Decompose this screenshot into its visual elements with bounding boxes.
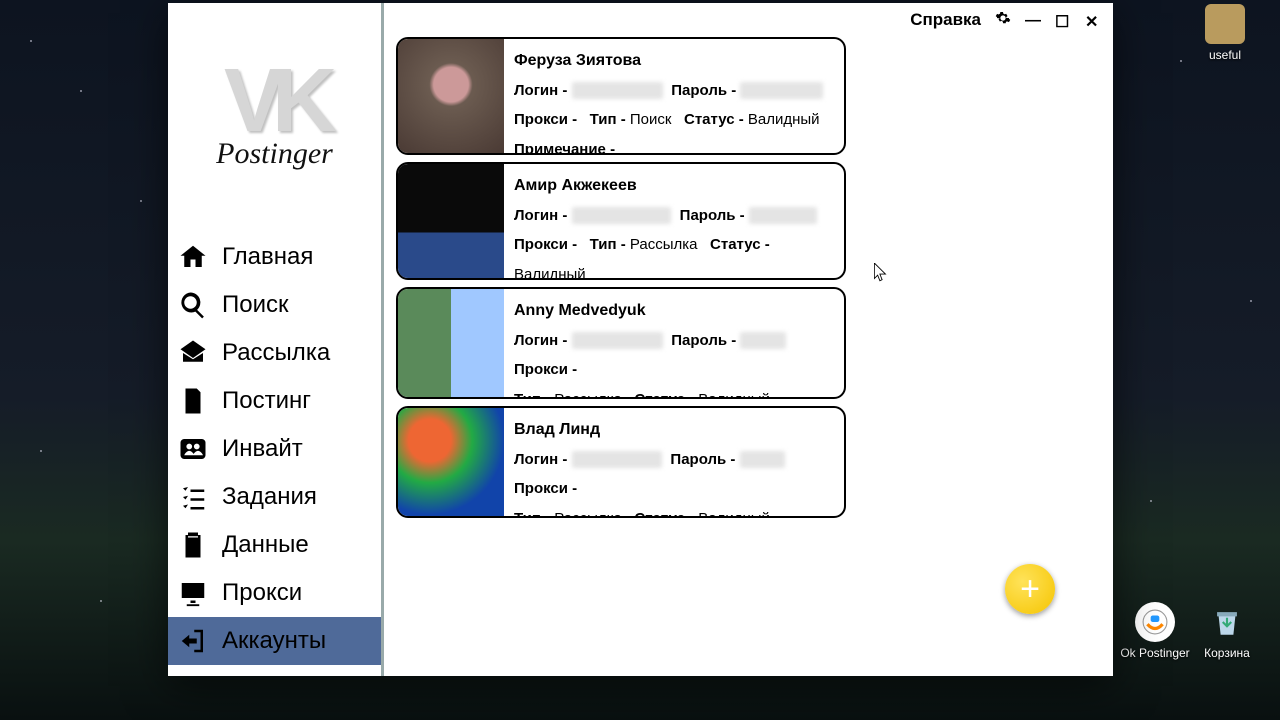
nav-mailing[interactable]: Рассылка [168, 329, 381, 377]
status-value: Валидный [748, 111, 820, 128]
proxy-label: Прокси - [514, 361, 577, 378]
people-icon [176, 432, 210, 466]
nav-proxy[interactable]: Прокси [168, 569, 381, 617]
desktop-icon-useful[interactable]: useful [1190, 4, 1260, 62]
password-label: Пароль - [671, 82, 736, 99]
password-value: xxxxx [740, 332, 786, 349]
vk-logo-icon: VK [224, 65, 325, 137]
password-value: xxxxx [740, 451, 786, 468]
type-label: Тип - [514, 391, 550, 399]
proxy-label: Прокси - [514, 111, 577, 128]
proxy-label: Прокси - [514, 480, 577, 497]
nav-posting[interactable]: Постинг [168, 377, 381, 425]
login-label: Логин - [514, 82, 567, 99]
login-label: Логин - [514, 207, 567, 224]
card-body: Феруза Зиятова Логин - 7xxxxxxxxxx Парол… [504, 39, 833, 153]
account-name: Феруза Зиятова [514, 45, 823, 76]
nav-label: Задания [222, 483, 317, 511]
status-label: Статус - [710, 236, 770, 253]
desktop-icon-label: useful [1190, 48, 1260, 62]
login-value: 7xxxxxxxxxx [572, 82, 663, 99]
checklist-icon [176, 480, 210, 514]
account-name: Амир Акжекеев [514, 170, 834, 201]
password-label: Пароль - [671, 332, 736, 349]
nav-accounts[interactable]: Аккаунты [168, 617, 381, 665]
card-body: Влад Линд Логин - xxxxxxxxxxx Пароль - x… [504, 408, 844, 516]
type-label: Тип - [590, 111, 626, 128]
nav-label: Поиск [222, 291, 289, 319]
clipboard-icon [176, 528, 210, 562]
password-value: xxxxxxxx [749, 207, 817, 224]
status-label: Статус - [684, 111, 744, 128]
nav-label: Постинг [222, 387, 311, 415]
sidebar: VK Postinger Главная Поиск Рассылка Пост… [168, 3, 384, 676]
status-value: Валидный [698, 391, 770, 399]
type-value: Рассылка [630, 236, 698, 253]
type-value: Рассылка [554, 391, 622, 399]
status-value: Валидный [698, 510, 770, 518]
desktop-icon-label: Ok Postinger [1120, 646, 1190, 660]
nav-label: Прокси [222, 579, 302, 607]
avatar [398, 39, 504, 153]
account-card[interactable]: Влад Линд Логин - xxxxxxxxxxx Пароль - x… [396, 406, 846, 518]
account-card[interactable]: Anny Medvedyuk Логин - 3xxxxxxxxxx Парол… [396, 287, 846, 399]
nav-label: Инвайт [222, 435, 303, 463]
avatar [398, 408, 504, 516]
folder-icon [1205, 4, 1245, 44]
nav-label: Аккаунты [222, 627, 326, 655]
account-name: Влад Линд [514, 414, 834, 445]
account-card[interactable]: Амир Акжекеев Логин - 77424757815 Пароль… [396, 162, 846, 280]
password-value: xxxxxxxxxx [740, 82, 823, 99]
nav-label: Главная [222, 243, 313, 271]
main-content: Феруза Зиятова Логин - 7xxxxxxxxxx Парол… [384, 3, 1113, 676]
account-card[interactable]: Феруза Зиятова Логин - 7xxxxxxxxxx Парол… [396, 37, 846, 155]
password-label: Пароль - [670, 451, 735, 468]
card-body: Амир Акжекеев Логин - 77424757815 Пароль… [504, 164, 844, 278]
app-icon [1135, 602, 1175, 642]
app-window: Справка — ☐ ✕ VK Postinger Главная Поиск… [168, 3, 1113, 676]
nav-data[interactable]: Данные [168, 521, 381, 569]
status-value: Валидный [514, 266, 586, 280]
login-value: 77424757815 [572, 207, 672, 224]
login-label: Логин - [514, 451, 567, 468]
mail-icon [176, 336, 210, 370]
nav: Главная Поиск Рассылка Постинг Инвайт За… [168, 233, 381, 676]
type-label: Тип - [590, 236, 626, 253]
nav-home[interactable]: Главная [168, 233, 381, 281]
login-label: Логин - [514, 332, 567, 349]
nav-tasks[interactable]: Задания [168, 473, 381, 521]
monitor-icon [176, 576, 210, 610]
proxy-label: Прокси - [514, 236, 577, 253]
account-name: Anny Medvedyuk [514, 295, 834, 326]
type-value: Рассылка [554, 510, 622, 518]
status-label: Статус - [634, 510, 694, 518]
desktop-icon-recycle-bin[interactable]: Корзина [1192, 602, 1262, 660]
type-label: Тип - [514, 510, 550, 518]
app-logo: VK Postinger [168, 3, 381, 233]
password-label: Пароль - [680, 207, 745, 224]
plus-icon: + [1020, 570, 1040, 609]
login-value: xxxxxxxxxxx [572, 451, 663, 468]
document-icon [176, 384, 210, 418]
search-icon [176, 288, 210, 322]
card-body: Anny Medvedyuk Логин - 3xxxxxxxxxx Парол… [504, 289, 844, 397]
avatar [398, 164, 504, 278]
nav-invite[interactable]: Инвайт [168, 425, 381, 473]
nav-search[interactable]: Поиск [168, 281, 381, 329]
desktop-icon-ok-postinger[interactable]: Ok Postinger [1120, 602, 1190, 660]
nav-label: Рассылка [222, 339, 330, 367]
nav-label: Данные [222, 531, 309, 559]
avatar [398, 289, 504, 397]
type-value: Поиск [630, 111, 672, 128]
status-label: Статус - [634, 391, 694, 399]
note-label: Примечание - [514, 141, 615, 155]
login-value: 3xxxxxxxxxx [572, 332, 663, 349]
add-account-button[interactable]: + [1005, 564, 1055, 614]
trash-icon [1207, 602, 1247, 642]
app-logo-text: Postinger [216, 137, 333, 171]
login-icon [176, 624, 210, 658]
home-icon [176, 240, 210, 274]
cursor-icon [874, 263, 888, 283]
desktop-icon-label: Корзина [1192, 646, 1262, 660]
